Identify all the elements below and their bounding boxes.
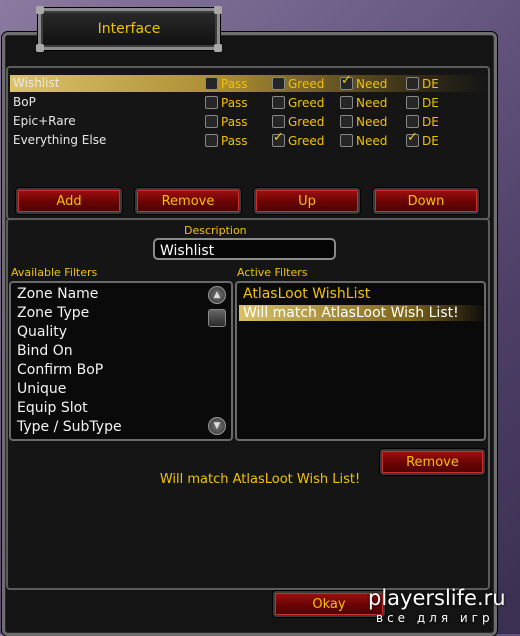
- greed-label: Greed: [288, 114, 325, 129]
- active-filter-item[interactable]: Will match AtlasLoot Wish List!: [239, 305, 483, 321]
- pass-label: Pass: [221, 133, 248, 148]
- greed-checkbox[interactable]: [272, 130, 285, 147]
- available-filter-item[interactable]: Type / SubType: [17, 419, 122, 435]
- rule-row[interactable]: Wishlist Pass Greed Need DE: [10, 73, 486, 92]
- de-label: DE: [422, 95, 439, 110]
- rule-name: Wishlist: [13, 76, 60, 90]
- pass-label: Pass: [221, 95, 248, 110]
- rule-option-need[interactable]: Need: [340, 133, 387, 148]
- window-title-plate: Interface: [36, 6, 222, 52]
- need-checkbox[interactable]: [340, 96, 353, 109]
- match-message: Will match AtlasLoot Wish List!: [159, 472, 361, 487]
- available-filter-item[interactable]: Bind On: [17, 343, 73, 359]
- corner-ornament: [214, 44, 222, 52]
- rule-option-greed[interactable]: Greed: [272, 130, 325, 148]
- scroll-up-icon[interactable]: ▲: [208, 286, 226, 304]
- pass-checkbox[interactable]: [205, 77, 218, 90]
- add-button[interactable]: Add: [16, 188, 122, 214]
- pass-checkbox[interactable]: [205, 134, 218, 147]
- rule-name: BoP: [13, 95, 36, 109]
- rule-option-pass[interactable]: Pass: [205, 133, 248, 148]
- watermark-tagline: все для игр: [376, 611, 494, 625]
- rule-option-need[interactable]: Need: [340, 114, 387, 129]
- remove-rule-button[interactable]: Remove: [135, 188, 241, 214]
- de-label: DE: [422, 133, 439, 148]
- rule-option-greed[interactable]: Greed: [272, 76, 324, 91]
- available-filter-item[interactable]: Quality: [17, 324, 67, 340]
- de-checkbox[interactable]: [406, 130, 419, 147]
- pass-label: Pass: [221, 114, 248, 129]
- rule-row[interactable]: Epic+Rare Pass Greed Need DE: [10, 113, 486, 130]
- description-input[interactable]: Wishlist: [153, 238, 336, 260]
- pass-checkbox[interactable]: [205, 115, 218, 128]
- watermark-site: playerslife.ru: [368, 586, 506, 610]
- corner-ornament: [214, 6, 222, 14]
- active-filters-list[interactable]: AtlasLoot WishList Will match AtlasLoot W…: [235, 281, 486, 441]
- need-checkbox[interactable]: [340, 73, 353, 90]
- rule-row[interactable]: Everything Else Pass Greed Need DE: [10, 130, 486, 149]
- rule-name: Epic+Rare: [13, 114, 76, 128]
- pass-label: Pass: [221, 76, 248, 91]
- greed-label: Greed: [288, 133, 325, 148]
- rule-option-need[interactable]: Need: [340, 95, 387, 110]
- window-title: Interface: [97, 21, 161, 37]
- rule-option-pass[interactable]: Pass: [205, 114, 248, 129]
- rule-option-greed[interactable]: Greed: [272, 114, 324, 129]
- scroll-down-icon[interactable]: ▼: [208, 417, 226, 435]
- rule-option-greed[interactable]: Greed: [272, 95, 324, 110]
- need-label: Need: [356, 76, 388, 91]
- available-filters-label: Available Filters: [11, 266, 98, 279]
- pass-checkbox[interactable]: [205, 96, 218, 109]
- need-label: Need: [356, 95, 388, 110]
- available-filter-item[interactable]: Equip Slot: [17, 400, 88, 416]
- up-button[interactable]: Up: [254, 188, 360, 214]
- available-filters-list[interactable]: Zone Name Zone Type Quality Bind On Confirm …: [9, 281, 233, 441]
- de-label: DE: [422, 76, 439, 91]
- corner-ornament: [36, 44, 44, 52]
- scrollbar-thumb[interactable]: [208, 309, 226, 327]
- available-filter-item[interactable]: Confirm BoP: [17, 362, 103, 378]
- de-checkbox[interactable]: [406, 77, 419, 90]
- greed-checkbox[interactable]: [272, 115, 285, 128]
- down-button[interactable]: Down: [373, 188, 479, 214]
- rule-name: Everything Else: [13, 133, 107, 147]
- available-filter-item[interactable]: Zone Name: [17, 286, 98, 302]
- greed-checkbox[interactable]: [272, 77, 285, 90]
- rule-option-pass[interactable]: Pass: [205, 95, 248, 110]
- rule-option-de[interactable]: DE: [406, 130, 439, 148]
- greed-label: Greed: [288, 95, 325, 110]
- rule-option-de[interactable]: DE: [406, 114, 439, 129]
- need-checkbox[interactable]: [340, 115, 353, 128]
- need-label: Need: [356, 114, 388, 129]
- available-filter-item[interactable]: Zone Type: [17, 305, 89, 321]
- available-filter-item[interactable]: Unique: [17, 381, 66, 397]
- description-label: Description: [184, 224, 247, 237]
- rule-row[interactable]: BoP Pass Greed Need DE: [10, 94, 486, 111]
- active-filters-label: Active Filters: [237, 266, 308, 279]
- rule-option-need[interactable]: Need: [340, 73, 388, 91]
- greed-label: Greed: [288, 76, 325, 91]
- greed-checkbox[interactable]: [272, 96, 285, 109]
- de-checkbox[interactable]: [406, 96, 419, 109]
- de-label: DE: [422, 114, 439, 129]
- rule-option-de[interactable]: DE: [406, 76, 439, 91]
- rule-option-de[interactable]: DE: [406, 95, 439, 110]
- active-filter-item[interactable]: AtlasLoot WishList: [243, 286, 370, 302]
- corner-ornament: [36, 6, 44, 14]
- need-label: Need: [356, 133, 388, 148]
- rule-option-pass[interactable]: Pass: [205, 76, 248, 91]
- de-checkbox[interactable]: [406, 115, 419, 128]
- need-checkbox[interactable]: [340, 134, 353, 147]
